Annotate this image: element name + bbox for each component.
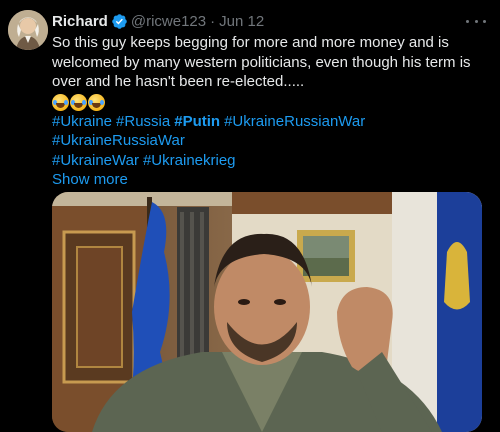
more-options-icon[interactable]: [466, 13, 486, 29]
hashtag-link[interactable]: #UkraineWar: [52, 152, 139, 169]
tweet-card[interactable]: Richard @ricwe123 · Jun 12 So this guy k…: [0, 0, 500, 432]
verified-badge-icon: [112, 13, 127, 29]
author-handle[interactable]: @ricwe123: [131, 13, 206, 30]
media-photo: [52, 192, 482, 432]
hashtag-link[interactable]: #Ukraine: [52, 113, 112, 130]
emoji-row: [52, 93, 490, 112]
tweet-text: So this guy keeps begging for more and m…: [52, 33, 490, 190]
tweet-header: Richard @ricwe123 · Jun 12: [52, 11, 264, 31]
tweet-body: So this guy keeps begging for more and m…: [52, 34, 471, 90]
show-more-link[interactable]: Show more: [52, 170, 490, 190]
tweet-media-image[interactable]: [52, 192, 482, 432]
hashtag-link[interactable]: #Russia: [116, 113, 170, 130]
tears-of-joy-emoji-icon: [88, 93, 105, 111]
hashtag-link[interactable]: #UkraineRussiaWar: [52, 132, 185, 149]
hashtag-link[interactable]: #Putin: [174, 113, 220, 130]
avatar[interactable]: [8, 10, 48, 50]
tears-of-joy-emoji-icon: [70, 93, 87, 111]
separator-dot: ·: [210, 12, 216, 30]
tweet-date[interactable]: Jun 12: [219, 13, 264, 30]
hashtag-link[interactable]: #Ukrainekrieg: [143, 152, 236, 169]
tears-of-joy-emoji-icon: [52, 93, 69, 111]
hashtag-link[interactable]: #UkraineRussianWar: [224, 113, 365, 130]
hashtags: #Ukraine #Russia #Putin #UkraineRussianWar …: [52, 112, 490, 171]
author-name[interactable]: Richard: [52, 13, 108, 30]
